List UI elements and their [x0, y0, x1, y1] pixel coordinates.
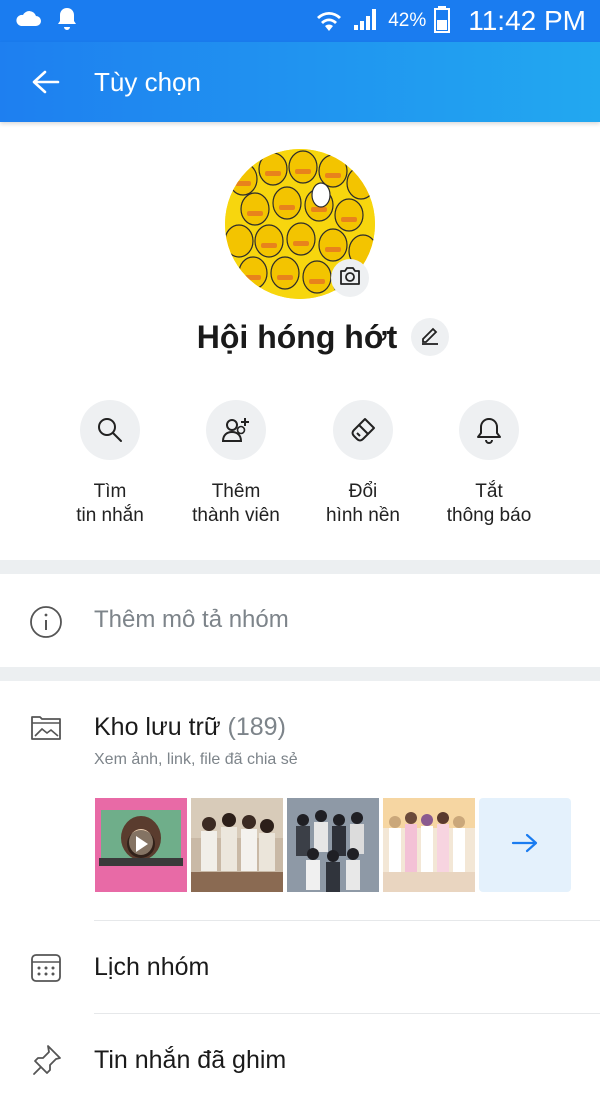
paint-brush-icon [333, 400, 393, 460]
camera-icon [338, 265, 362, 292]
change-avatar-button[interactable] [331, 259, 369, 297]
arrow-left-icon [28, 70, 64, 104]
notification-bell-icon [56, 6, 78, 37]
storage-title-row: Kho lưu trữ (189) [94, 711, 286, 743]
section-divider [0, 667, 600, 681]
menu-item-label: Tin nhắn đã ghim [94, 1046, 287, 1074]
pencil-icon [419, 324, 441, 351]
cloud-icon [14, 8, 42, 35]
action-search-messages[interactable]: Tìm tin nhắn [40, 400, 180, 528]
action-change-background[interactable]: Đổi hình nền [293, 400, 433, 528]
storage-section[interactable]: Kho lưu trữ (189) Xem ảnh, link, file đã… [0, 681, 600, 921]
add-member-icon [206, 400, 266, 460]
back-button[interactable] [28, 64, 64, 100]
media-thumbnail-video[interactable] [95, 798, 187, 892]
menu-item-group-calendar[interactable]: Lịch nhóm [0, 921, 600, 1013]
action-label: Thêm thành viên [192, 481, 280, 526]
signal-icon [352, 6, 380, 37]
action-label: Tắt thông báo [446, 481, 532, 526]
media-thumbnail-photo[interactable] [383, 798, 475, 892]
arrow-right-icon [510, 831, 540, 860]
group-name-row: Hội hóng hớt [0, 318, 600, 356]
wifi-icon [314, 5, 344, 38]
battery-icon [434, 5, 451, 38]
action-mute-notifications[interactable]: Tắt thông báo [419, 400, 559, 528]
add-description-row[interactable]: Thêm mô tả nhóm [0, 574, 600, 666]
calendar-icon [28, 949, 64, 990]
group-name: Hội hóng hớt [196, 318, 398, 355]
add-description-label: Thêm mô tả nhóm [94, 606, 289, 633]
media-thumbnail-photo[interactable] [287, 798, 379, 892]
status-bar: 42% 11:42 PM [0, 0, 600, 42]
clock: 11:42 PM [468, 5, 586, 36]
media-thumbnails [95, 798, 571, 892]
app-header: Tùy chọn [0, 42, 600, 122]
edit-name-button[interactable] [411, 318, 450, 356]
action-label: Tìm tin nhắn [76, 481, 144, 526]
storage-count: (189) [227, 713, 286, 741]
media-thumbnail-photo[interactable] [191, 798, 283, 892]
storage-title: Kho lưu trữ [94, 713, 221, 741]
search-icon [80, 400, 140, 460]
gallery-icon [28, 711, 64, 748]
action-label: Đổi hình nền [326, 481, 400, 526]
menu-item-pinned-messages[interactable]: Tin nhắn đã ghim [0, 1014, 600, 1106]
pin-icon [28, 1042, 64, 1083]
storage-subtitle: Xem ảnh, link, file đã chia sẻ [94, 751, 298, 768]
page-title: Tùy chọn [94, 67, 201, 97]
menu-item-label: Lịch nhóm [94, 953, 210, 981]
info-icon [28, 604, 64, 645]
action-add-member[interactable]: Thêm thành viên [166, 400, 306, 528]
view-all-media-button[interactable] [479, 798, 571, 892]
bell-icon [459, 400, 519, 460]
quick-actions: Tìm tin nhắn Thêm thành viên Đổi hình nề… [0, 400, 600, 540]
section-divider [0, 560, 600, 574]
battery-percent: 42% [388, 10, 427, 31]
